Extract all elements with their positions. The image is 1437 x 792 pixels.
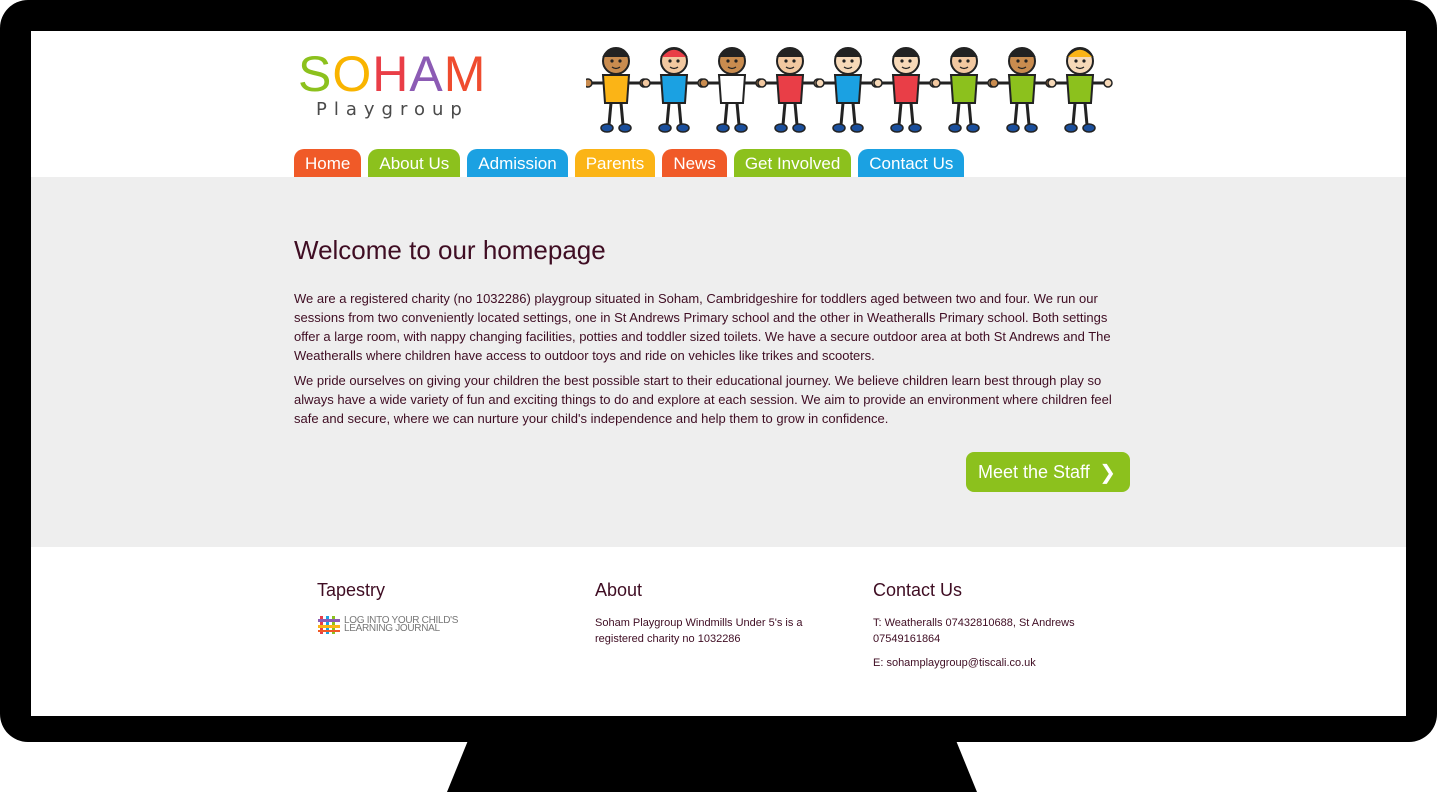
footer-contact: Contact Us T: Weatheralls 07432810688, S… <box>873 580 1123 679</box>
children-illustration <box>586 47 1113 133</box>
nav-tab-get-involved[interactable]: Get Involved <box>733 149 852 177</box>
chevron-right-icon: ❯ <box>1099 460 1116 484</box>
footer-tapestry: Tapestry LOG INTO YOUR CHILD'S LEARNING … <box>317 580 567 635</box>
contact-email[interactable]: E: sohamplaygroup@tiscali.co.uk <box>873 655 1123 671</box>
site-footer: Tapestry LOG INTO YOUR CHILD'S LEARNING … <box>31 547 1406 716</box>
logo-wordmark: SOHAM <box>298 47 486 101</box>
intro-paragraph: We are a registered charity (no 1032286)… <box>294 291 1111 363</box>
site-header: SOHAM Playgroup Home About Us Admission Par… <box>31 31 1406 177</box>
logo-letter: O <box>332 46 373 102</box>
logo-letter: M <box>443 46 487 102</box>
site-logo[interactable]: SOHAM Playgroup <box>298 47 488 125</box>
nav-tab-home[interactable]: Home <box>294 149 362 177</box>
meet-the-staff-button[interactable]: Meet the Staff ❯ <box>966 452 1130 492</box>
nav-tab-news[interactable]: News <box>662 149 727 177</box>
child-figure <box>931 47 997 133</box>
meet-the-staff-label: Meet the Staff <box>978 462 1090 482</box>
logo-subtitle: Playgroup <box>316 99 469 120</box>
main-content: Welcome to our homepage We are a registe… <box>31 177 1406 547</box>
nav-tab-parents[interactable]: Parents <box>574 149 656 177</box>
child-figure <box>1047 47 1113 133</box>
tapestry-link-line2: LEARNING JOURNAL <box>344 623 440 634</box>
child-figure <box>757 47 823 133</box>
logo-letter: H <box>372 46 410 102</box>
child-figure <box>641 47 707 133</box>
child-figure <box>586 47 649 133</box>
nav-tab-contact-us[interactable]: Contact Us <box>858 149 965 177</box>
child-figure <box>873 47 939 133</box>
child-figure <box>989 47 1055 133</box>
tapestry-logo-icon <box>318 616 340 634</box>
tapestry-login-link[interactable]: LOG INTO YOUR CHILD'S LEARNING JOURNAL <box>317 615 567 635</box>
logo-letter: S <box>298 46 333 102</box>
logo-letter: A <box>409 46 444 102</box>
monitor-stand <box>447 740 977 792</box>
page-title: Welcome to our homepage <box>294 235 606 265</box>
nav-tab-about-us[interactable]: About Us <box>368 149 461 177</box>
tapestry-heading: Tapestry <box>317 580 386 600</box>
main-navigation: Home About Us Admission Parents News Get Invo… <box>294 149 965 177</box>
nav-tab-admission[interactable]: Admission <box>467 149 568 177</box>
website-screen: SOHAM Playgroup Home About Us Admission Par… <box>31 31 1406 716</box>
about-text: Soham Playgroup Windmills Under 5's is a… <box>595 617 803 645</box>
child-figure <box>699 47 765 133</box>
tapestry-link-text: LOG INTO YOUR CHILD'S LEARNING JOURNAL <box>344 616 458 634</box>
about-heading: About <box>595 580 643 600</box>
footer-about: About Soham Playgroup Windmills Under 5'… <box>595 580 845 655</box>
child-figure <box>815 47 881 133</box>
contact-phone: T: Weatheralls 07432810688, St Andrews 0… <box>873 617 1075 645</box>
contact-heading: Contact Us <box>873 580 963 600</box>
ethos-paragraph: We pride ourselves on giving your childr… <box>294 373 1112 426</box>
